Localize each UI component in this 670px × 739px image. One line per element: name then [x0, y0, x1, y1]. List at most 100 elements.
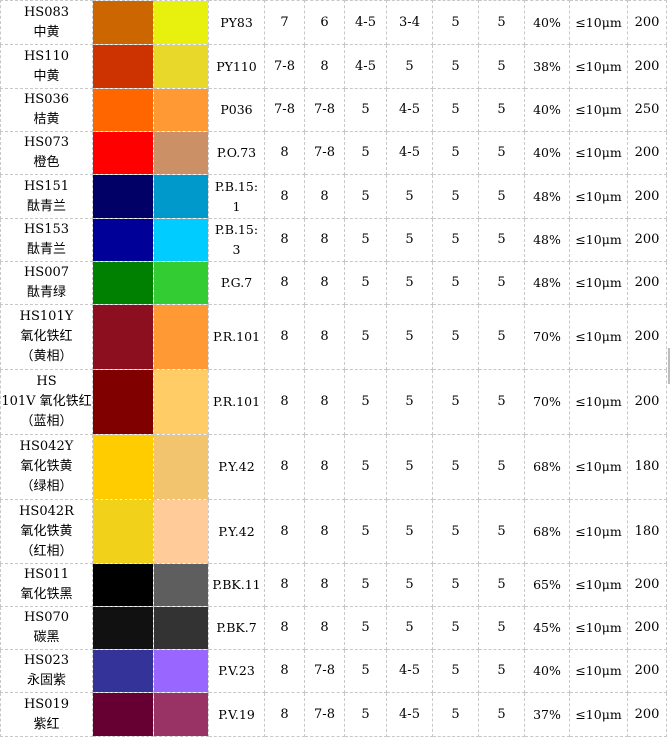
cell-fineness: ≤10μm	[569, 218, 628, 262]
cell-rating-3: 5	[344, 434, 387, 500]
swatch-mass-tone	[92, 563, 154, 607]
cell-value: 200	[627, 261, 667, 305]
table-row: HS036 桔黄 P036 7-8 7-8 5 4-5 5 5 40% ≤10μm 250	[0, 88, 667, 132]
table-row: HS019 紫红 P.V.19 8 7-8 5 4-5 5 5 37% ≤10μm 200	[0, 692, 667, 737]
cell-product-code: HS110 中黄	[0, 44, 93, 89]
cell-value: 200	[627, 606, 667, 650]
cell-value: 180	[627, 434, 667, 500]
cell-rating-1: 7	[264, 0, 305, 45]
cell-product-code: HS073 橙色	[0, 131, 93, 175]
cell-rating-2: 8	[304, 606, 345, 650]
cell-rating-3: 5	[344, 261, 387, 305]
cell-fineness: ≤10μm	[569, 434, 628, 500]
swatch-mass-tone	[92, 606, 154, 650]
cell-rating-3: 5	[344, 606, 387, 650]
swatch-mass-tone	[92, 304, 154, 370]
cell-rating-5: 5	[432, 434, 479, 500]
cell-rating-2: 8	[304, 304, 345, 370]
swatch-mass-tone	[92, 131, 154, 175]
cell-rating-2: 8	[304, 44, 345, 89]
cell-pigment-content: 65%	[524, 563, 570, 607]
cell-pigment-index: P.BK.7	[208, 606, 265, 650]
cell-pigment-content: 68%	[524, 499, 570, 564]
swatch-mass-tone	[92, 434, 154, 500]
cell-pigment-content: 37%	[524, 692, 570, 737]
cell-pigment-index: PY83	[208, 0, 265, 45]
cell-rating-4: 4-5	[386, 88, 433, 132]
cell-product-code: HS101Y 氧化铁红 （黄相）	[0, 304, 93, 370]
cell-rating-6: 5	[478, 88, 525, 132]
cell-rating-4: 3-4	[386, 0, 433, 45]
cell-pigment-index: P.V.19	[208, 692, 265, 737]
cell-pigment-content: 40%	[524, 131, 570, 175]
cell-product-code: HS070 碳黑	[0, 606, 93, 650]
cell-pigment-index: P.Y.42	[208, 499, 265, 564]
cell-pigment-content: 70%	[524, 304, 570, 370]
cell-rating-6: 5	[478, 434, 525, 500]
cell-rating-3: 4-5	[344, 0, 387, 45]
swatch-tint-tone	[153, 563, 209, 607]
cell-rating-6: 5	[478, 261, 525, 305]
cell-rating-1: 8	[264, 649, 305, 693]
cell-rating-6: 5	[478, 499, 525, 564]
swatch-tint-tone	[153, 44, 209, 89]
cell-rating-2: 7-8	[304, 131, 345, 175]
cell-product-code: HS011 氧化铁黑	[0, 563, 93, 607]
cell-rating-6: 5	[478, 131, 525, 175]
cell-rating-1: 8	[264, 261, 305, 305]
cell-product-code: HS023 永固紫	[0, 649, 93, 693]
cell-pigment-index: P.R.101	[208, 369, 265, 435]
swatch-tint-tone	[153, 649, 209, 693]
cell-rating-6: 5	[478, 649, 525, 693]
cell-product-code: HS007 酞青绿	[0, 261, 93, 305]
cell-rating-6: 5	[478, 606, 525, 650]
cell-fineness: ≤10μm	[569, 44, 628, 89]
table-row: HS042R 氧化铁黄 （红相） P.Y.42 8 8 5 5 5 5 68% ≤10μm 180	[0, 499, 667, 564]
cell-rating-6: 5	[478, 369, 525, 435]
cell-rating-3: 5	[344, 218, 387, 262]
cell-rating-1: 8	[264, 174, 305, 219]
cell-fineness: ≤10μm	[569, 499, 628, 564]
cell-rating-2: 8	[304, 434, 345, 500]
table-row: HS070 碳黑 P.BK.7 8 8 5 5 5 5 45% ≤10μm 200	[0, 606, 667, 650]
cell-pigment-content: 40%	[524, 0, 570, 45]
cell-value: 200	[627, 174, 667, 219]
cell-pigment-index: P.B.15: 3	[208, 218, 265, 262]
cell-rating-3: 4-5	[344, 44, 387, 89]
swatch-mass-tone	[92, 692, 154, 737]
cell-product-code: HS042R 氧化铁黄 （红相）	[0, 499, 93, 564]
cell-rating-5: 5	[432, 174, 479, 219]
cell-rating-3: 5	[344, 692, 387, 737]
cell-rating-6: 5	[478, 563, 525, 607]
cell-fineness: ≤10μm	[569, 369, 628, 435]
cell-pigment-index: P.B.15: 1	[208, 174, 265, 219]
cell-fineness: ≤10μm	[569, 88, 628, 132]
cell-value: 200	[627, 131, 667, 175]
cell-pigment-index: P.V.23	[208, 649, 265, 693]
cell-rating-4: 5	[386, 369, 433, 435]
cell-rating-5: 5	[432, 692, 479, 737]
cell-rating-3: 5	[344, 649, 387, 693]
cell-rating-5: 5	[432, 649, 479, 693]
cell-rating-1: 8	[264, 563, 305, 607]
table-row: HS042Y 氧化铁黄 （绿相） P.Y.42 8 8 5 5 5 5 68% ≤10μm 180	[0, 434, 667, 500]
cell-fineness: ≤10μm	[569, 261, 628, 305]
cell-product-code: HS042Y 氧化铁黄 （绿相）	[0, 434, 93, 500]
cell-pigment-content: 40%	[524, 649, 570, 693]
cell-rating-2: 7-8	[304, 649, 345, 693]
cell-rating-3: 5	[344, 131, 387, 175]
cell-rating-5: 5	[432, 304, 479, 370]
cell-rating-4: 5	[386, 563, 433, 607]
cell-rating-1: 8	[264, 218, 305, 262]
cell-rating-4: 5	[386, 606, 433, 650]
cell-rating-4: 5	[386, 174, 433, 219]
cell-rating-3: 5	[344, 88, 387, 132]
swatch-mass-tone	[92, 44, 154, 89]
cell-rating-6: 5	[478, 304, 525, 370]
cell-value: 250	[627, 88, 667, 132]
cell-rating-1: 8	[264, 606, 305, 650]
swatch-tint-tone	[153, 0, 209, 45]
cell-pigment-content: 38%	[524, 44, 570, 89]
cell-rating-2: 8	[304, 261, 345, 305]
cell-rating-2: 8	[304, 499, 345, 564]
